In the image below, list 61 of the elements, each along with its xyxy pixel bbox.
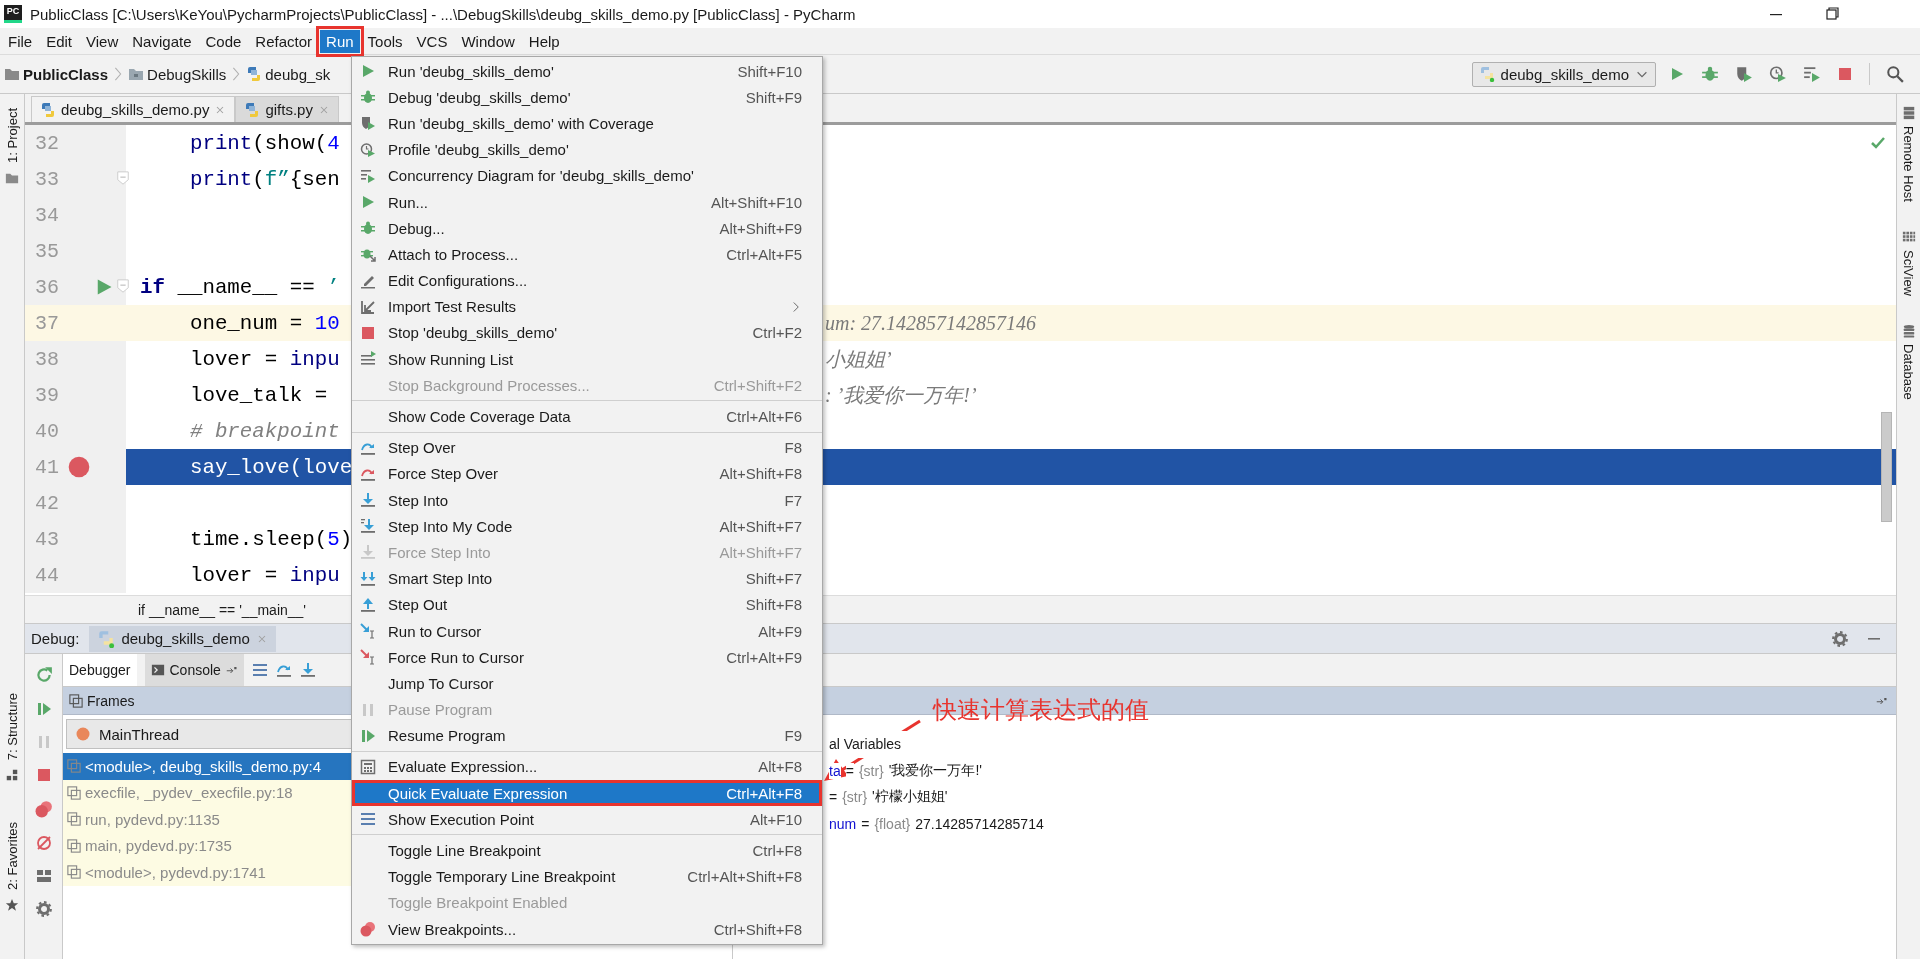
- shortcut: Ctrl+F2: [751, 324, 802, 342]
- code-line: lover = inpu: [188, 347, 340, 371]
- line-number: 32: [34, 131, 60, 155]
- code-line: one_num = 10: [188, 311, 340, 335]
- shortcut: Alt+Shift+F7: [718, 543, 802, 561]
- shortcut: Ctrl+Shift+F2: [712, 376, 802, 394]
- code-line: love_talk =: [188, 383, 329, 407]
- line-number: 36: [34, 275, 60, 299]
- line-number: 33: [34, 167, 60, 191]
- line-number: 44: [34, 563, 60, 587]
- shortcut: Alt+Shift+F8: [718, 465, 802, 483]
- code-line: print(show(4: [188, 131, 340, 155]
- app-logo: PC: [4, 5, 22, 23]
- shortcut: Ctrl+F8: [751, 842, 802, 860]
- shortcut: Alt+Shift+F10: [710, 193, 802, 211]
- shortcut: F9: [783, 727, 802, 745]
- code-line: say_love(love: [188, 455, 353, 479]
- line-number: 37: [34, 311, 60, 335]
- variable-value: '我爱你一万年!': [888, 761, 983, 780]
- shortcut: Shift+F7: [744, 570, 802, 588]
- window-title: PublicClass [C:\Users\KeYou\PycharmProjects\PublicClass] - ...\DebugSkills\deubg_skills_demo.py [PublicClass] - PyCharm: [30, 5, 856, 23]
- shortcut: Alt+Shift+F7: [718, 517, 802, 535]
- code-line: time.sleep(5): [188, 527, 353, 551]
- inline-value: 小姐姐’: [825, 346, 892, 372]
- variable-type: {float}: [874, 815, 911, 832]
- shortcut: Ctrl+Alt+F8: [725, 784, 802, 802]
- shortcut: Ctrl+Alt+F5: [725, 245, 802, 263]
- shortcut: Alt+F9: [757, 622, 802, 640]
- line-number: 35: [34, 239, 60, 263]
- variable-type: {str}: [858, 762, 884, 779]
- line-number: 41: [34, 455, 60, 479]
- shortcut: Ctrl+Alt+F9: [725, 648, 802, 666]
- code-line: # breakpoint: [188, 419, 340, 443]
- variable-type: {str}: [842, 789, 868, 806]
- debug-title: Debug:: [31, 630, 80, 647]
- line-number: 34: [34, 203, 60, 227]
- line-number: 42: [34, 491, 60, 515]
- code-line: if __name__ == ’: [140, 275, 340, 299]
- line-number: 39: [34, 383, 60, 407]
- shortcut: Shift+F9: [744, 88, 802, 106]
- line-number: 40: [34, 419, 60, 443]
- shortcut: F8: [783, 439, 802, 457]
- variable-name: ta: [829, 762, 841, 779]
- inline-value: : ’我爱你一万年!’: [825, 382, 977, 408]
- annotation-text: 快速计算表达式的值: [933, 695, 1149, 726]
- line-number: 43: [34, 527, 60, 551]
- shortcut: Alt+F8: [757, 758, 802, 776]
- shortcut: Alt+F10: [748, 810, 802, 828]
- line-number: 38: [34, 347, 60, 371]
- shortcut: Ctrl+Alt+Shift+F8: [686, 868, 802, 886]
- shortcut: Shift+F8: [744, 596, 802, 614]
- shortcut: Ctrl+Alt+F6: [725, 408, 802, 426]
- inline-value: um: 27.142857142857146: [825, 311, 1037, 335]
- assign-sign: =: [845, 762, 854, 779]
- shortcut: Ctrl+Shift+F8: [712, 920, 802, 938]
- shortcut: F7: [783, 491, 802, 509]
- code-line: lover = inpu: [188, 563, 340, 587]
- shortcut: Shift+F10: [736, 62, 802, 80]
- shortcut: Alt+Shift+F9: [718, 219, 802, 237]
- code-line: print(f”{sen: [188, 167, 340, 191]
- frames-title: Frames: [87, 692, 135, 709]
